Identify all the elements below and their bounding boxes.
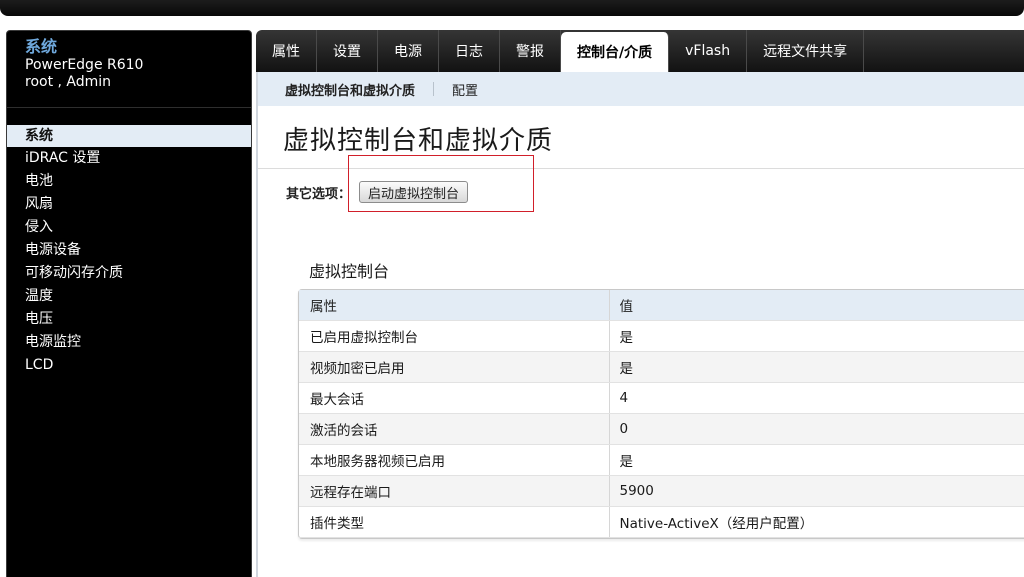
sidebar-item-system[interactable]: 系统	[7, 125, 251, 147]
value-cell: 是	[608, 351, 1024, 383]
column-header-value: 值	[608, 290, 1024, 321]
tab-setup[interactable]: 设置	[317, 30, 378, 72]
system-name[interactable]: 系统	[25, 37, 251, 57]
current-user: root , Admin	[25, 74, 112, 90]
server-model: PowerEdge R610	[25, 57, 144, 73]
sidebar-item-removable-flash-media[interactable]: 可移动闪存介质	[7, 262, 251, 285]
value-cell: 是	[608, 320, 1024, 352]
attribute-cell: 视频加密已启用	[299, 351, 609, 383]
sidebar-header: 系统 PowerEdge R610 root , Admin	[7, 31, 251, 108]
options-label: 其它选项：	[286, 186, 352, 202]
sidebar-item-lcd[interactable]: LCD	[7, 354, 251, 377]
sidebar-item-power-supplies[interactable]: 电源设备	[7, 239, 251, 262]
subtab-virtual-console-media[interactable]: 虚拟控制台和虚拟介质	[285, 80, 415, 99]
main-tab-bar: 属性 设置 电源 日志 警报 控制台/介质 vFlash 远程文件共享	[256, 30, 1024, 72]
table-row: 视频加密已启用 是	[299, 351, 1024, 383]
value-cell: 4	[608, 382, 1024, 414]
tab-alerts[interactable]: 警报	[500, 30, 561, 72]
additional-options: 其它选项： 启动虚拟控制台	[286, 181, 469, 203]
page-title: 虚拟控制台和虚拟介质	[283, 126, 554, 156]
sidebar-item-temperatures[interactable]: 温度	[7, 285, 251, 308]
sidebar: 系统 PowerEdge R610 root , Admin 系统 iDRAC …	[6, 30, 252, 577]
attribute-cell: 已启用虚拟控制台	[299, 320, 609, 352]
subtab-divider	[433, 82, 435, 96]
tab-power[interactable]: 电源	[378, 30, 439, 72]
attribute-cell: 本地服务器视频已启用	[299, 444, 609, 476]
sidebar-nav: 系统 iDRAC 设置 电池 风扇 侵入 电源设备 可移动闪存介质 温度 电压 …	[7, 125, 251, 377]
section-title: 虚拟控制台	[309, 262, 390, 281]
sidebar-item-idrac-settings[interactable]: iDRAC 设置	[7, 147, 251, 170]
launch-virtual-console-button[interactable]: 启动虚拟控制台	[359, 181, 469, 203]
table-row: 插件类型 Native-ActiveX（经用户配置）	[299, 506, 1024, 538]
sub-tab-bar: 虚拟控制台和虚拟介质 配置	[256, 72, 1024, 106]
column-header-attribute: 属性	[299, 290, 609, 321]
tab-properties[interactable]: 属性	[256, 30, 317, 72]
sidebar-item-voltages[interactable]: 电压	[7, 308, 251, 331]
table-row: 激活的会话 0	[299, 413, 1024, 445]
properties-table: 属性 值 已启用虚拟控制台 是 视频加密已启用 是 最大会话 4 激活的会话 0	[298, 289, 1024, 539]
table-row: 本地服务器视频已启用 是	[299, 444, 1024, 476]
attribute-cell: 插件类型	[299, 506, 609, 538]
attribute-cell: 远程存在端口	[299, 475, 609, 507]
tab-console-media[interactable]: 控制台/介质	[561, 32, 670, 72]
value-cell: 5900	[608, 475, 1024, 507]
content-border	[256, 106, 258, 577]
table-header-row: 属性 值	[299, 290, 1024, 321]
sidebar-item-batteries[interactable]: 电池	[7, 170, 251, 193]
value-cell: 是	[608, 444, 1024, 476]
subtab-configuration[interactable]: 配置	[452, 80, 478, 99]
table-row: 远程存在端口 5900	[299, 475, 1024, 507]
value-cell: 0	[608, 413, 1024, 445]
top-header-bar	[0, 0, 1024, 16]
title-divider	[258, 168, 1024, 169]
table-row: 最大会话 4	[299, 382, 1024, 414]
sidebar-item-intrusion[interactable]: 侵入	[7, 216, 251, 239]
sidebar-item-power-monitoring[interactable]: 电源监控	[7, 331, 251, 354]
value-cell: Native-ActiveX（经用户配置）	[608, 506, 1024, 538]
tab-remote-file-share[interactable]: 远程文件共享	[747, 30, 865, 72]
attribute-cell: 最大会话	[299, 382, 609, 414]
attribute-cell: 激活的会话	[299, 413, 609, 445]
table-row: 已启用虚拟控制台 是	[299, 320, 1024, 352]
tab-vflash[interactable]: vFlash	[669, 30, 748, 72]
tab-logs[interactable]: 日志	[439, 30, 500, 72]
sidebar-item-fans[interactable]: 风扇	[7, 193, 251, 216]
